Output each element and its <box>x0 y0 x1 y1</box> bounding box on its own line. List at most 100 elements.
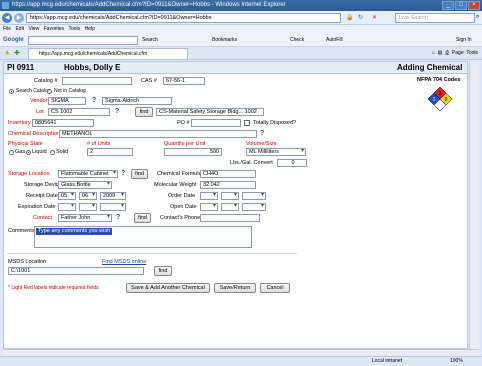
find-msds-link[interactable]: Find MSDS online <box>102 258 146 266</box>
home-icon[interactable]: ⌂ <box>432 50 435 56</box>
open-year-select[interactable] <box>242 203 266 211</box>
address-input[interactable]: https://app.mcg.edu/chemicals/AddChemica… <box>26 13 341 23</box>
cas-label: CAS # <box>141 78 157 84</box>
units-input[interactable]: 2 <box>87 148 133 156</box>
vendor-input[interactable]: SIGMA <box>48 97 86 105</box>
order-year-select[interactable] <box>242 192 266 200</box>
chem-desc-input[interactable]: METHANOL <box>59 130 257 138</box>
lot-help-icon[interactable]: ? <box>115 108 119 116</box>
storage-loc-select[interactable]: Flammable Cabinet <box>58 170 118 178</box>
msds-doc-input[interactable]: CS-Material Safety Storage Bldg... 1002 <box>156 108 264 116</box>
formula-label: Chemical Formula <box>157 171 202 177</box>
page-button[interactable]: Page <box>452 50 464 56</box>
nfpa-health: 1 <box>433 97 436 103</box>
bookmarks-button[interactable]: Bookmarks <box>212 37 237 43</box>
lock-icon[interactable]: 🔒 <box>346 14 353 21</box>
state-solid-radio[interactable] <box>50 150 55 155</box>
google-search-button[interactable]: Search <box>142 37 158 43</box>
chem-desc-help-icon[interactable]: ? <box>260 130 264 138</box>
nfpa-flammability: 3 <box>439 91 442 97</box>
contact-select[interactable]: Father John <box>58 214 112 222</box>
save-return-button[interactable]: Save/Return <box>214 283 256 293</box>
sign-in-button[interactable]: Sign In <box>456 37 472 43</box>
exp-month-select[interactable] <box>58 203 76 211</box>
mw-input[interactable]: 32.042 <box>200 181 256 189</box>
qty-input[interactable]: 500 <box>164 148 222 156</box>
receipt-day-select[interactable]: 06 <box>79 192 97 200</box>
horizontal-scrollbar[interactable] <box>3 349 479 356</box>
order-month-select[interactable] <box>200 192 218 200</box>
pi-id: PI 0911 <box>7 63 35 72</box>
close-button[interactable]: × <box>468 1 480 10</box>
tab-current[interactable]: https://app.mcg.edu/chemicals/AddChemica… <box>28 48 188 59</box>
vendor-help-icon[interactable]: ? <box>92 97 96 105</box>
state-liquid-radio[interactable] <box>26 150 31 155</box>
google-search-input[interactable] <box>28 36 138 45</box>
maximize-button[interactable]: □ <box>455 1 467 10</box>
back-icon[interactable]: ◀ <box>2 13 12 23</box>
inventory-input[interactable]: 0805641 <box>32 119 94 127</box>
cas-input[interactable]: 67-56-1 <box>163 77 205 85</box>
feeds-icon[interactable]: ▤ <box>438 50 443 56</box>
forward-icon[interactable]: ▶ <box>14 13 24 23</box>
menu-tools[interactable]: Tools <box>68 26 80 32</box>
vertical-scrollbar[interactable] <box>469 61 479 349</box>
menu-view[interactable]: View <box>28 26 39 32</box>
search-catalog-radio[interactable] <box>9 89 14 94</box>
menu-file[interactable]: File <box>3 26 11 32</box>
receipt-month-select[interactable]: 05 <box>58 192 76 200</box>
comments-textarea[interactable]: Type any comments you wish <box>34 226 252 248</box>
state-gas-radio[interactable] <box>9 150 14 155</box>
lot-label: Lot <box>36 109 44 115</box>
autofill-button[interactable]: AutoFill <box>326 37 343 43</box>
open-label: Open Date <box>170 204 197 210</box>
menu-edit[interactable]: Edit <box>15 26 24 32</box>
search-catalog-label: Search Catalog <box>16 88 51 94</box>
menu-help[interactable]: Help <box>85 26 95 32</box>
contact-help-icon[interactable]: ? <box>116 214 120 222</box>
search-icon[interactable]: ⌕ <box>476 14 479 21</box>
catalog-label: Catalog # <box>34 78 58 84</box>
contact-phone-input[interactable] <box>200 214 260 222</box>
stop-icon[interactable]: ✕ <box>372 14 377 21</box>
exp-year-select[interactable] <box>100 203 126 211</box>
live-search-input[interactable]: Live Search <box>395 13 475 23</box>
exp-day-select[interactable] <box>79 203 97 211</box>
open-month-select[interactable] <box>200 203 218 211</box>
lbs-conv-input[interactable]: 0 <box>277 159 307 167</box>
cancel-button[interactable]: Cancel <box>260 283 290 293</box>
msds-loc-input[interactable]: C:\1001 <box>8 267 144 275</box>
zoom-level[interactable]: 100% <box>450 357 463 366</box>
menu-favorites[interactable]: Favorites <box>44 26 65 32</box>
catalog-input[interactable] <box>62 77 132 85</box>
order-day-select[interactable] <box>221 192 239 200</box>
storage-dev-select[interactable]: Glass Bottle <box>58 181 112 189</box>
favorites-star-icon[interactable]: ★ <box>4 49 10 57</box>
storage-loc-help-icon[interactable]: ? <box>121 170 125 178</box>
vendor-name-input[interactable]: Sigma-Aldrich <box>102 97 172 105</box>
storage-loc-label: Storage Location <box>8 171 50 177</box>
state-solid-label: Solid <box>56 149 69 155</box>
lot-input[interactable]: CS 1002 <box>48 108 110 116</box>
refresh-icon[interactable]: ↻ <box>358 14 363 21</box>
volume-select[interactable]: ML Milliliters <box>246 148 306 156</box>
msds-find-button[interactable]: find <box>154 266 172 276</box>
save-add-button[interactable]: Save & Add Another Chemical <box>126 283 210 293</box>
add-favorite-icon[interactable]: ✚ <box>14 49 20 57</box>
storage-find-button[interactable]: find <box>131 169 148 179</box>
order-label: Order Date <box>168 193 196 199</box>
minimize-button[interactable]: _ <box>442 1 454 10</box>
disposed-checkbox[interactable] <box>244 120 250 126</box>
tools-button[interactable]: Tools <box>466 50 478 56</box>
vendor-label: Vendor <box>30 98 48 104</box>
formula-input[interactable]: CH4O <box>200 170 256 178</box>
contact-find-button[interactable]: find <box>134 213 151 223</box>
receipt-year-select[interactable]: 2009 <box>100 192 126 200</box>
not-in-catalog-radio[interactable] <box>47 89 52 94</box>
lot-find-button[interactable]: find <box>135 107 153 117</box>
check-button[interactable]: Check <box>290 37 304 43</box>
open-day-select[interactable] <box>221 203 239 211</box>
status-zone: Local intranet <box>372 358 403 364</box>
po-input[interactable] <box>191 119 241 127</box>
print-icon[interactable]: ⎙ <box>445 50 449 56</box>
